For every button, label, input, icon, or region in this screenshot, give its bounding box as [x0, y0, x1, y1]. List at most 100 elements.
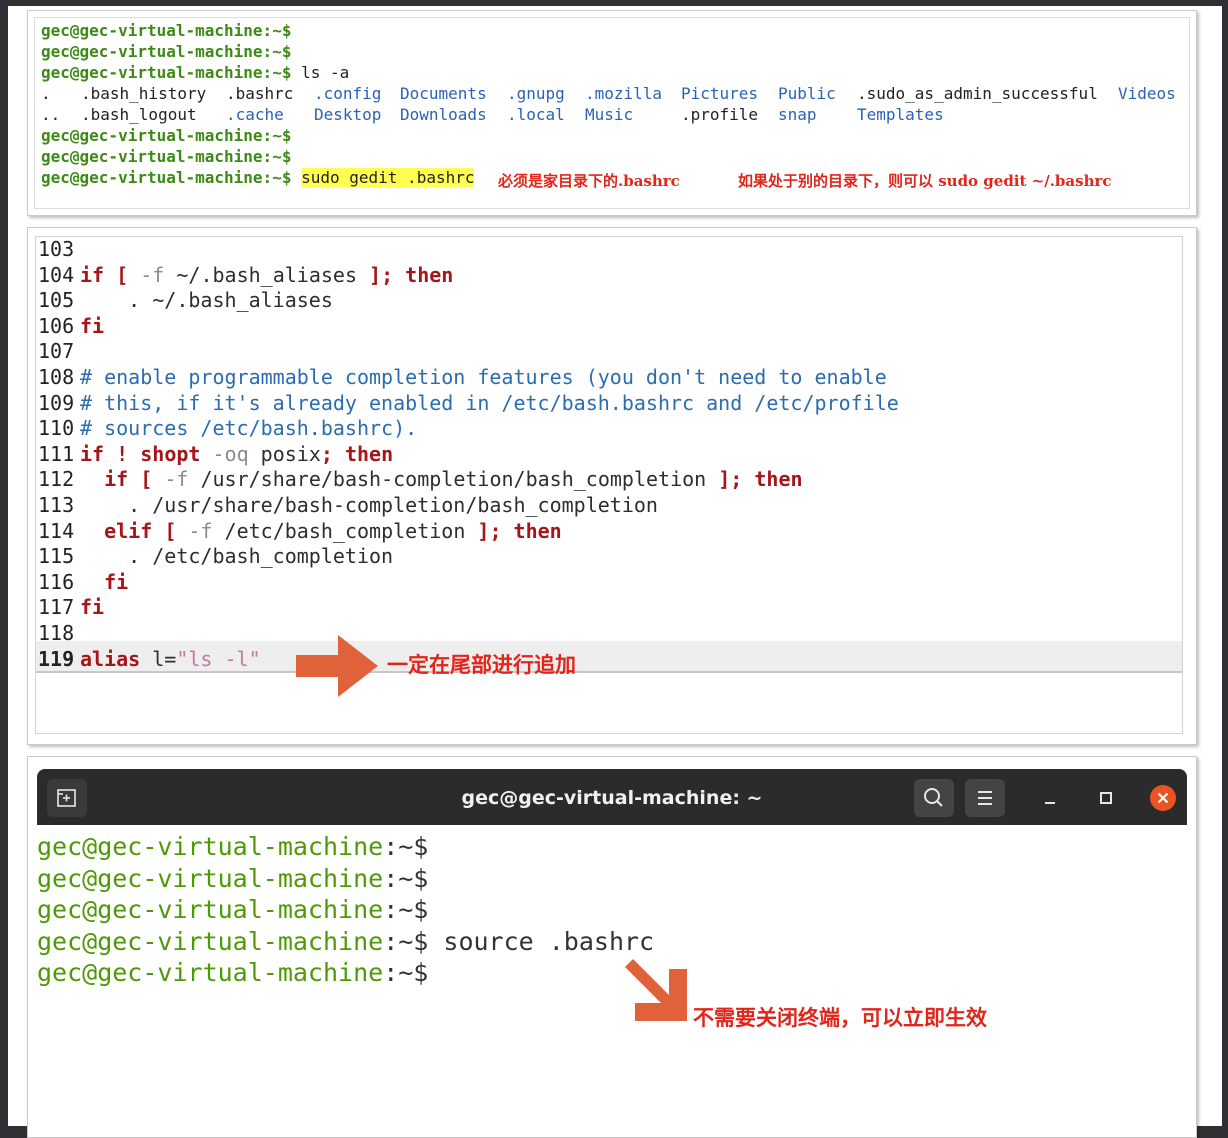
code-line: 119 alias l="ls -l" — [38, 647, 261, 673]
line-number: 113 — [38, 493, 75, 517]
line-number: 112 — [38, 467, 75, 492]
line-text: . /etc/bash_completion — [80, 544, 394, 569]
code-line: 105 . ~/.bash_aliases — [38, 288, 333, 314]
line-text: fi — [80, 313, 105, 338]
prompt: gec@gec-virtual-machine:~$ — [41, 63, 292, 82]
ls-entry: Desktop — [314, 105, 382, 124]
prompt-line: gec@gec-virtual-machine:~$ — [37, 863, 428, 895]
line-number: 105 — [38, 288, 75, 313]
prompt-user: gec@gec-virtual-machine — [37, 832, 384, 861]
editor-text-area[interactable]: 103 104 if [ -f ~/.bash_aliases ]; then 105… — [35, 236, 1183, 734]
code-line: 110 # sources /etc/bash.bashrc). — [38, 416, 417, 442]
ls-entry: .profile — [681, 105, 759, 124]
prompt-tail: :~$ — [383, 958, 429, 987]
ls-command-line: gec@gec-virtual-machine:~$ ls -a — [41, 62, 349, 83]
code-line: 108 # enable programmable completion feat… — [38, 365, 887, 391]
terminal-screenshot-top: gec@gec-virtual-machine:~$ gec@gec-virtu… — [27, 10, 1197, 216]
prompt-user: gec@gec-virtual-machine — [37, 863, 384, 893]
maximize-button[interactable] — [1091, 783, 1121, 813]
ls-entry: .gnupg — [507, 84, 565, 103]
line-text: if ! shopt -oq posix; then — [80, 441, 394, 466]
prompt: gec@gec-virtual-machine:~$ — [41, 168, 292, 187]
ls-entry: .local — [507, 105, 565, 124]
gedit-command-highlighted: sudo gedit .bashrc — [301, 168, 475, 187]
line-number: 108 — [38, 365, 75, 389]
prompt-line: gec@gec-virtual-machine:~$ — [37, 894, 428, 926]
line-number: 110 — [38, 416, 75, 441]
ls-entry: Downloads — [400, 105, 487, 124]
terminal-body[interactable]: gec@gec-virtual-machine:~$ gec@gec-virtu… — [37, 825, 1187, 1137]
code-line: 109 # this, if it's already enabled in /e… — [38, 391, 899, 417]
line-number: 106 — [38, 313, 75, 338]
ls-entry: .mozilla — [585, 84, 663, 103]
code-line: 107 — [38, 339, 80, 365]
source-command: source .bashrc — [428, 926, 655, 956]
ls-entry: Music — [585, 105, 634, 124]
ls-entry: .. — [41, 105, 61, 124]
code-line: 113 . /usr/share/bash-completion/bash_co… — [38, 493, 658, 519]
line-number: 109 — [38, 390, 75, 415]
line-text: alias l="ls -l" — [80, 646, 261, 671]
note-other-directory: 如果处于别的目录下，则可以 sudo gedit ~/.bashrc — [738, 172, 1112, 190]
prompt-user: gec@gec-virtual-machine — [37, 895, 384, 924]
ls-entry: .bash_history — [81, 84, 207, 103]
code-line: 114 elif [ -f /etc/bash_completion ]; th… — [38, 519, 562, 545]
line-text: # enable programmable completion feature… — [80, 365, 887, 389]
terminal-titlebar: gec@gec-virtual-machine: ~ — [37, 769, 1187, 825]
code-line: 103 — [38, 237, 80, 263]
code-line: 118 — [38, 621, 80, 647]
close-button[interactable] — [1148, 783, 1178, 813]
ls-entry: Videos — [1118, 84, 1176, 103]
code-line: 106 fi — [38, 314, 104, 340]
maximize-icon — [1100, 792, 1112, 804]
ls-entry: .bash_logout — [81, 105, 197, 124]
prompt-line: gec@gec-virtual-machine:~$ — [37, 957, 428, 989]
ls-entry: .cache — [226, 105, 284, 124]
prompt-tail: :~$ — [383, 926, 429, 956]
search-button[interactable] — [914, 779, 954, 817]
document-page: gec@gec-virtual-machine:~$ gec@gec-virtu… — [8, 6, 1222, 1138]
prompt-line: gec@gec-virtual-machine:~$ — [41, 126, 292, 145]
menu-button[interactable] — [965, 779, 1005, 817]
prompt-tail: :~$ — [383, 863, 429, 893]
line-number: 119 — [38, 646, 75, 671]
code-line: 117 fi — [38, 595, 104, 621]
line-text: fi — [104, 569, 129, 594]
prompt-line: gec@gec-virtual-machine:~$ — [37, 831, 428, 863]
terminal-title: gec@gec-virtual-machine: ~ — [461, 787, 763, 809]
search-icon — [924, 788, 943, 807]
line-number: 115 — [38, 544, 75, 569]
ls-entry: .config — [314, 84, 382, 103]
code-line: 111 if ! shopt -oq posix; then — [38, 442, 393, 468]
line-text: # sources /etc/bash.bashrc). — [80, 416, 418, 441]
line-text: if [ -f ~/.bash_aliases ]; then — [80, 262, 454, 287]
append-at-end-note: 一定在尾部进行追加 — [387, 652, 576, 677]
line-number: 116 — [38, 569, 75, 594]
source-command-line: gec@gec-virtual-machine:~$ source .bashr… — [37, 926, 654, 958]
ls-entry: Pictures — [681, 84, 759, 103]
minimize-icon — [1045, 802, 1055, 804]
line-number: 111 — [38, 441, 75, 466]
prompt-tail: :~$ — [383, 832, 429, 861]
prompt-line: gec@gec-virtual-machine:~$ — [41, 21, 292, 40]
line-number: 103 — [38, 237, 75, 261]
arrow-down-right-icon — [625, 959, 687, 1021]
code-line: 115 . /etc/bash_completion — [38, 544, 393, 570]
minimize-button[interactable] — [1035, 783, 1065, 813]
prompt-user: gec@gec-virtual-machine — [37, 926, 384, 956]
terminal-output-area: gec@gec-virtual-machine:~$ gec@gec-virtu… — [34, 17, 1190, 209]
line-text: elif [ -f /etc/bash_completion ]; then — [104, 518, 562, 543]
code-line: 104 if [ -f ~/.bash_aliases ]; then — [38, 263, 453, 289]
line-number: 104 — [38, 262, 75, 287]
prompt-line: gec@gec-virtual-machine:~$ — [41, 147, 292, 166]
line-number: 114 — [38, 518, 75, 543]
note-home-bashrc: 必须是家目录下的.bashrc — [498, 172, 680, 190]
line-number: 118 — [38, 621, 75, 645]
code-line: 112 if [ -f /usr/share/bash-completion/b… — [38, 467, 803, 493]
ls-entry: Documents — [400, 84, 487, 103]
line-text: # this, if it's already enabled in /etc/… — [80, 390, 899, 415]
ls-entry: . — [41, 84, 51, 103]
line-number: 117 — [38, 595, 75, 620]
line-text: . /usr/share/bash-completion/bash_comple… — [80, 493, 658, 517]
code-line: 116 fi — [38, 570, 128, 596]
